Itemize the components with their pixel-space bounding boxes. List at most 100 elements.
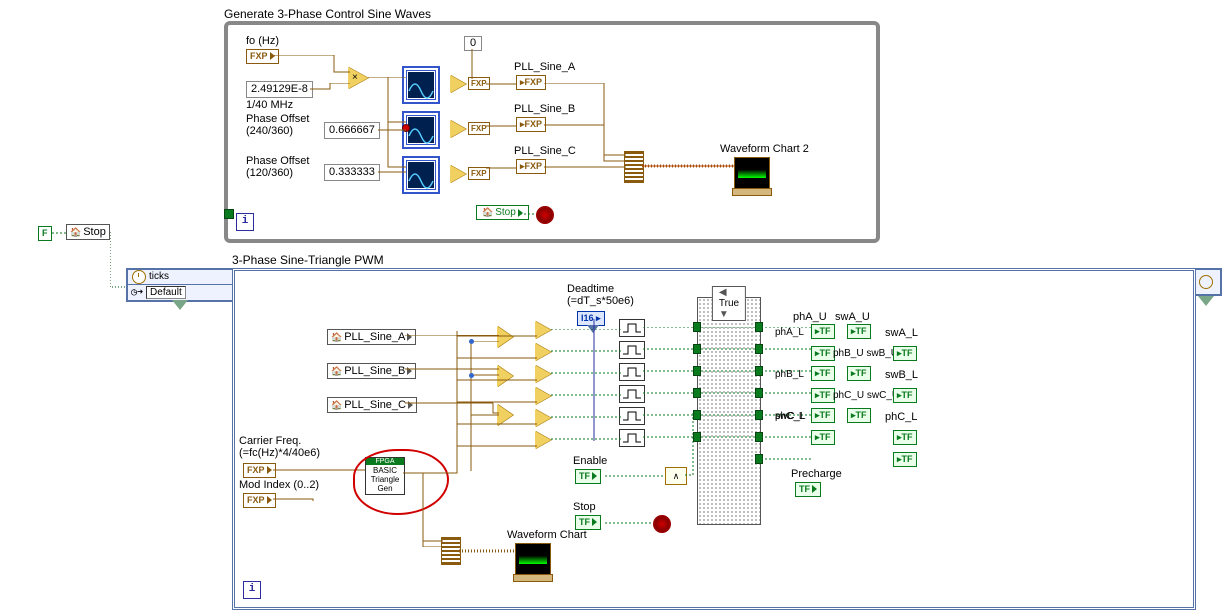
lbl-swB_U: phB_U swB_U (833, 348, 898, 359)
multiply-node: × (348, 67, 368, 89)
ind-swA_L[interactable]: ▸TF (893, 346, 917, 361)
cmp-b-l (535, 387, 551, 405)
cmp-b-u (535, 365, 551, 383)
ind-swA_U[interactable]: ▸TF (847, 324, 871, 339)
loop2-i-terminal: i (243, 581, 261, 599)
dt-vi-5[interactable] (619, 407, 645, 425)
case-tunnel-out (756, 389, 762, 397)
ind-swB_U[interactable]: ▸TF (847, 366, 871, 381)
cmp-c-u (535, 409, 551, 427)
dt-vi-2[interactable] (619, 341, 645, 359)
while-loop-1: fo (Hz) FXP 2.49129E-8 1/40 MHz × Phase … (224, 21, 880, 243)
ind-phB_L[interactable]: ▸TF (811, 388, 835, 403)
loop1-title: Generate 3-Phase Control Sine Waves (224, 7, 431, 21)
chart2-label: Waveform Chart 2 (720, 143, 809, 155)
loop1-stop-local[interactable]: Stop (476, 205, 529, 220)
case-tunnel-in (694, 433, 700, 441)
cmp-c-l (535, 431, 551, 449)
bundle-node-1 (624, 151, 644, 183)
mod-control[interactable]: FXP (243, 493, 276, 508)
pll-a-label: PLL_Sine_A (514, 61, 575, 73)
sine-gen-c[interactable] (406, 160, 436, 190)
dt-vi-4[interactable] (619, 385, 645, 403)
conv-node-a (450, 75, 466, 93)
chart1-label: Waveform Chart (507, 529, 587, 541)
case-tunnel-in (694, 345, 700, 353)
loop2-stop-terminal (653, 515, 671, 533)
dt-vi-6[interactable] (619, 429, 645, 447)
carrier-control[interactable]: FXP (243, 463, 276, 478)
case-tunnel-in (694, 411, 700, 419)
pll-c-indicator[interactable]: ▸FXP (516, 159, 546, 174)
ind-swC_U[interactable]: ▸TF (847, 408, 871, 423)
local-read-b[interactable]: PLL_Sine_B (327, 363, 416, 379)
dt-vi-3[interactable] (619, 363, 645, 381)
fo-note: 1/40 MHz (246, 99, 293, 111)
enable-label: Enable (573, 455, 607, 467)
ind-phC_U[interactable]: ▸TF (811, 408, 835, 423)
case-tunnel-out (756, 367, 762, 375)
case-tunnel-out (756, 455, 762, 463)
sine-gen-a[interactable] (406, 70, 436, 100)
mod-label: Mod Index (0..2) (239, 479, 319, 491)
dt-vi-1[interactable] (619, 319, 645, 337)
arrow-down-icon-right (1198, 296, 1214, 306)
fo-label: fo (Hz) (246, 35, 279, 47)
loop1-stop-terminal (536, 206, 554, 224)
stop-control[interactable]: TF (575, 515, 601, 530)
pll-b-indicator[interactable]: ▸FXP (516, 117, 546, 132)
stop-local-var-write[interactable]: Stop (66, 224, 110, 240)
sine-gen-b[interactable] (406, 115, 436, 145)
case-tunnel-in (694, 367, 700, 375)
ind-phA_L[interactable]: ▸TF (811, 346, 835, 361)
zero-constant[interactable]: 0 (464, 36, 482, 51)
cmp-a-l (535, 343, 551, 361)
conv-node-c (450, 165, 466, 183)
stop-label: Stop (573, 501, 596, 513)
ind-phB_U[interactable]: ▸TF (811, 366, 835, 381)
bundle-node-2 (441, 537, 461, 565)
ind-swB_L[interactable]: ▸TF (893, 388, 917, 403)
lbl-phA_L-left: phA_L (775, 327, 804, 338)
waveform-chart-1[interactable] (515, 543, 551, 575)
coercion-dot (402, 124, 410, 132)
and-node: ∧ (665, 467, 687, 485)
case-selector[interactable]: True (712, 286, 746, 321)
case-tunnel-out (756, 433, 762, 441)
case-tunnel-out (756, 323, 762, 331)
case-tunnel-in (694, 389, 700, 397)
pll-a-indicator[interactable]: ▸FXP (516, 75, 546, 90)
pll-c-label: PLL_Sine_C (514, 145, 576, 157)
fo-control-terminal[interactable]: FXP (246, 49, 279, 64)
ind-precharge-out[interactable]: ▸TF (893, 452, 917, 467)
lbl-swA_L: swA_L (885, 327, 918, 339)
mult-a (497, 326, 513, 348)
case-structure[interactable]: True (697, 297, 761, 525)
fxp-tag-a: FXP (468, 77, 490, 90)
cmp-a-u (535, 321, 551, 339)
arrow-down-icon (172, 300, 188, 310)
ind-swC_L[interactable]: ▸TF (811, 430, 835, 445)
phase120-label: Phase Offset (120/360) (246, 155, 309, 179)
false-constant: F (38, 226, 52, 241)
timed-loop-left-config[interactable]: ticks ◷➜Default (126, 268, 236, 302)
pll-b-label: PLL_Sine_B (514, 103, 575, 115)
ind-phC_L[interactable]: ▸TF (893, 430, 917, 445)
fo-constant[interactable]: 2.49129E-8 (246, 81, 313, 98)
deadtime-label: Deadtime (=dT_s*50e6) (567, 283, 634, 307)
triangle-gen-subvi[interactable]: FPGA BASIC Triangle Gen (365, 457, 405, 495)
timed-loop: PLL_Sine_A PLL_Sine_B PLL_Sine_C Carrier… (232, 268, 1196, 610)
ind-phA_U[interactable]: ▸TF (811, 324, 835, 339)
arrow-down-icon (587, 325, 599, 333)
lbl-swB_L: swB_L (885, 369, 918, 381)
enable-control[interactable]: TF (575, 469, 601, 484)
phase240-constant[interactable]: 0.666667 (324, 122, 380, 139)
deadtime-control[interactable]: I16 ▸ (577, 311, 605, 326)
precharge-control[interactable]: TF (795, 482, 821, 497)
phase120-constant[interactable]: 0.333333 (324, 164, 380, 181)
waveform-chart-2[interactable] (734, 157, 770, 189)
local-read-a[interactable]: PLL_Sine_A (327, 329, 416, 345)
fxp-tag-b: FXP (468, 122, 490, 135)
case-tunnel-in (694, 323, 700, 331)
local-read-c[interactable]: PLL_Sine_C (327, 397, 417, 413)
